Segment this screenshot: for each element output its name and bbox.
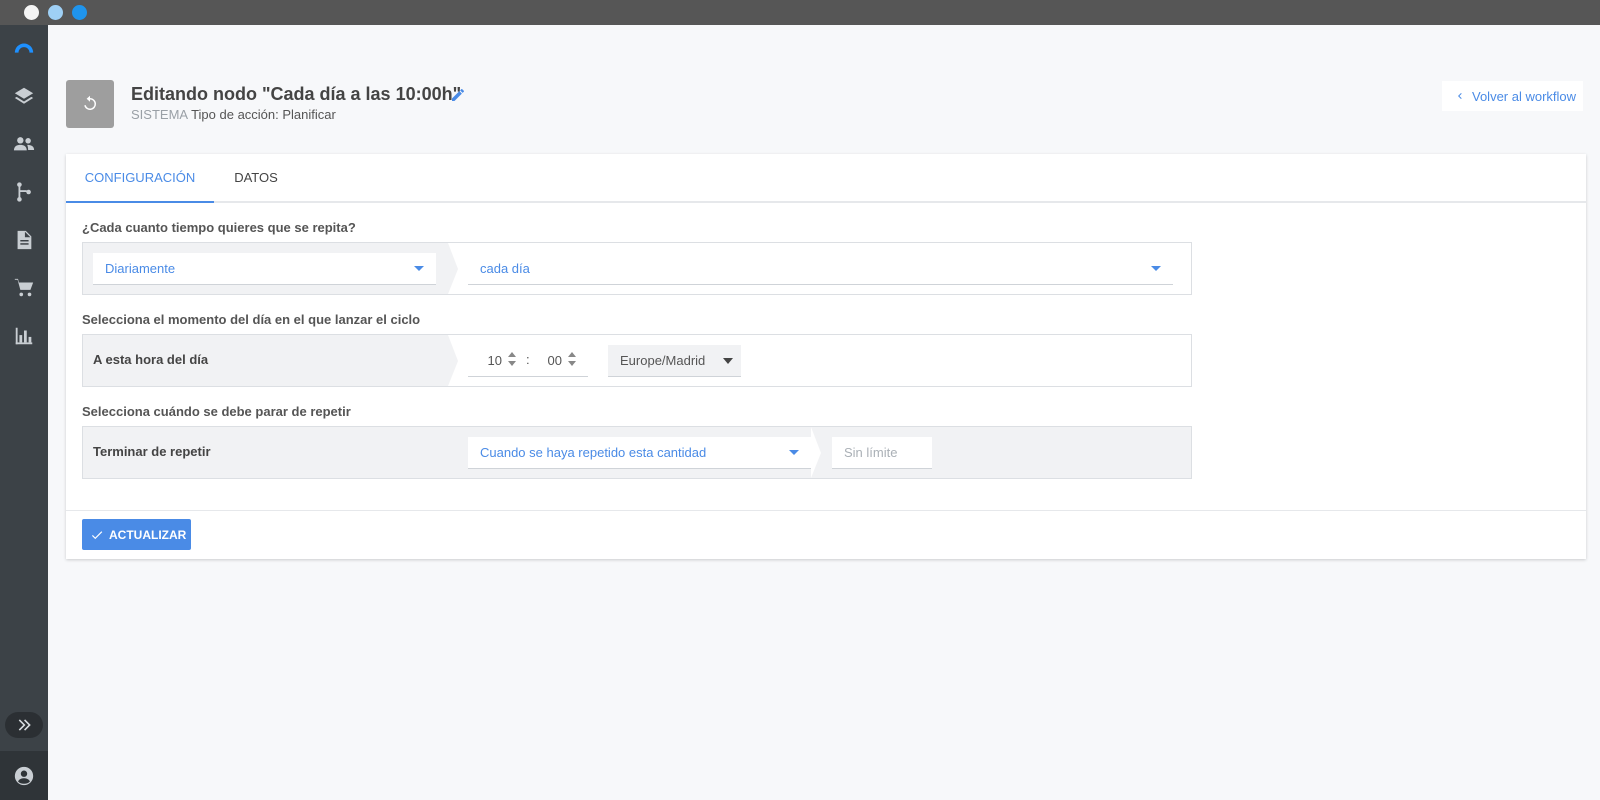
time-section-label: Selecciona el momento del día en el que … (82, 312, 421, 327)
layers-icon[interactable] (9, 81, 39, 111)
timezone-value: Europe/Madrid (620, 353, 706, 368)
stepper-up-icon[interactable] (508, 352, 516, 357)
document-icon[interactable] (9, 225, 39, 255)
pencil-icon[interactable] (450, 87, 468, 105)
system-tag: SISTEMA (131, 107, 189, 122)
chevron-down-icon (723, 358, 733, 364)
window-close-button[interactable] (24, 5, 39, 20)
frequency-value: Diariamente (105, 261, 176, 276)
repeat-row-left: Diariamente (83, 243, 458, 294)
stop-section-label: Selecciona cuándo se debe parar de repet… (82, 404, 351, 419)
time-separator: : (526, 352, 530, 367)
check-icon (91, 530, 103, 539)
update-button-label: ACTUALIZAR (109, 527, 187, 542)
tab-bar: CONFIGURACIÓN DATOS (66, 154, 1586, 203)
action-type: Tipo de acción: Planificar (191, 107, 336, 122)
chevron-down-icon (414, 266, 424, 271)
workflow-icon[interactable] (9, 177, 39, 207)
stepper-down-icon[interactable] (568, 361, 576, 366)
hour-stepper[interactable] (508, 352, 518, 370)
stop-row: Cuando se haya repetido esta cantidad Te… (82, 426, 1192, 479)
stepper-up-icon[interactable] (568, 352, 576, 357)
window-titlebar (0, 0, 1600, 25)
window-maximize-button[interactable] (72, 5, 87, 20)
time-row: A esta hora del día 10 : 00 Europe/Madri… (82, 334, 1192, 387)
stop-row-label: Terminar de repetir (93, 444, 211, 459)
tab-configuracion[interactable]: CONFIGURACIÓN (66, 154, 214, 203)
chevron-left-icon (1454, 90, 1466, 102)
minute-stepper[interactable] (568, 352, 578, 370)
timezone-select[interactable]: Europe/Madrid (608, 345, 741, 377)
hour-value[interactable]: 10 (480, 353, 502, 368)
repeat-row: Diariamente cada día (82, 242, 1192, 295)
loop-icon (66, 80, 114, 128)
interval-select[interactable]: cada día (468, 253, 1173, 285)
footer-divider (66, 510, 1586, 511)
chevron-down-icon (789, 450, 799, 455)
chart-icon[interactable] (9, 321, 39, 351)
stepper-down-icon[interactable] (508, 361, 516, 366)
user-icon[interactable] (0, 751, 48, 800)
sidebar (0, 25, 48, 800)
time-row-left: A esta hora del día (83, 335, 458, 386)
frequency-select[interactable]: Diariamente (93, 253, 436, 285)
back-button-label: Volver al workflow (1472, 88, 1577, 104)
stop-row-left: Terminar de repetir (83, 427, 458, 478)
stop-condition-value: Cuando se haya repetido esta cantidad (480, 445, 707, 460)
stop-row-right: Cuando se haya repetido esta cantidad (448, 427, 1191, 478)
back-to-workflow-button[interactable]: Volver al workflow (1442, 81, 1583, 111)
node-editor-card: CONFIGURACIÓN DATOS ¿Cada cuanto tiempo … (66, 154, 1586, 559)
repeat-limit-field[interactable] (832, 437, 932, 469)
stop-condition-select[interactable]: Cuando se haya repetido esta cantidad (468, 437, 811, 469)
chevron-down-icon (1151, 266, 1161, 271)
interval-value: cada día (480, 261, 530, 276)
node-subtitle: SISTEMA Tipo de acción: Planificar (131, 107, 336, 122)
repeat-section-label: ¿Cada cuanto tiempo quieres que se repit… (82, 220, 356, 235)
update-button[interactable]: ACTUALIZAR (82, 519, 191, 550)
window-minimize-button[interactable] (48, 5, 63, 20)
time-row-label: A esta hora del día (93, 352, 209, 367)
repeat-limit-input[interactable] (832, 437, 932, 468)
people-icon[interactable] (9, 129, 39, 159)
minute-value[interactable]: 00 (540, 353, 562, 368)
tab-datos[interactable]: DATOS (231, 154, 281, 203)
logo-icon[interactable] (9, 34, 39, 64)
cart-icon[interactable] (9, 273, 39, 303)
expand-icon[interactable] (5, 712, 43, 738)
time-picker: 10 : 00 (468, 345, 588, 377)
page-title: Editando nodo "Cada día a las 10:00h" (131, 84, 462, 104)
row-separator (811, 427, 821, 478)
